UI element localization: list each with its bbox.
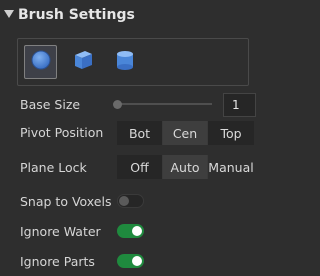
- pivot-position-label: Pivot Position: [20, 125, 104, 140]
- base-size-label: Base Size: [20, 97, 81, 112]
- snap-to-voxels-label: Snap to Voxels: [20, 194, 112, 209]
- shape-sphere-button[interactable]: [24, 45, 57, 79]
- base-size-slider-handle[interactable]: [113, 100, 122, 109]
- ignore-water-label: Ignore Water: [20, 224, 101, 239]
- shape-cube-button[interactable]: [66, 45, 99, 79]
- toggle-knob: [132, 256, 142, 266]
- pivot-option-top[interactable]: Top: [208, 121, 254, 145]
- pivot-option-bot[interactable]: Bot: [117, 121, 163, 145]
- shape-cylinder-button[interactable]: [108, 45, 141, 79]
- snap-to-voxels-toggle[interactable]: [117, 194, 144, 208]
- plane-lock-selector: Off Auto Manual: [117, 155, 254, 179]
- pivot-option-cen[interactable]: Cen: [163, 121, 208, 145]
- ignore-parts-label: Ignore Parts: [20, 254, 95, 269]
- collapse-arrow-icon[interactable]: [4, 10, 14, 18]
- section-title: Brush Settings: [18, 7, 135, 23]
- ignore-parts-toggle[interactable]: [117, 254, 144, 268]
- toggle-knob: [132, 226, 142, 236]
- toggle-knob: [119, 196, 129, 206]
- pivot-position-selector: Bot Cen Top: [117, 121, 254, 145]
- brush-shape-selector: [17, 38, 249, 86]
- plane-lock-label: Plane Lock: [20, 160, 87, 175]
- ignore-water-toggle[interactable]: [117, 224, 144, 238]
- cube-icon: [71, 48, 95, 76]
- base-size-input[interactable]: 1: [223, 93, 256, 117]
- sphere-icon: [30, 49, 52, 75]
- brush-settings-header[interactable]: Brush Settings: [0, 0, 262, 32]
- plane-lock-option-off[interactable]: Off: [117, 155, 163, 179]
- plane-lock-option-manual[interactable]: Manual: [208, 155, 254, 179]
- base-size-slider-track[interactable]: [117, 103, 212, 105]
- cylinder-icon: [114, 48, 136, 76]
- plane-lock-option-auto[interactable]: Auto: [163, 155, 208, 179]
